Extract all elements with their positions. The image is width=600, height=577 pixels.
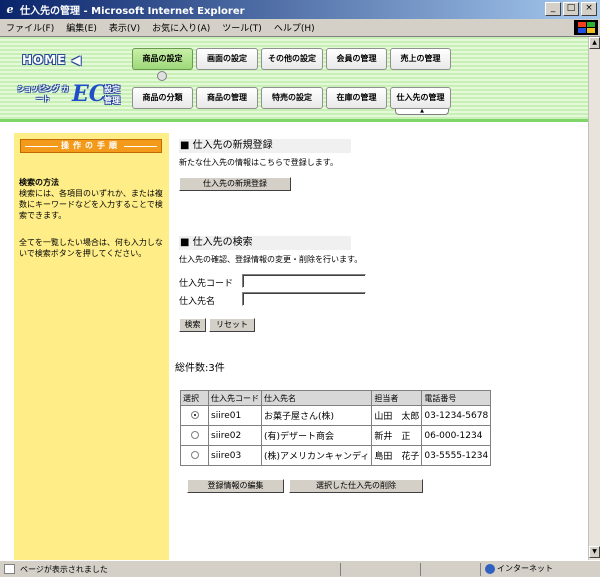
ie-icon: e — [6, 2, 14, 16]
new-supplier-button[interactable]: 仕入先の新規登録 — [179, 177, 291, 191]
maximize-button[interactable]: □ — [563, 2, 579, 16]
page-header: HOME ◀ ショッピング カート EC 設定 管理 商品の設定 画面の設定 そ… — [0, 37, 588, 119]
search-button[interactable]: 検索 — [179, 318, 206, 332]
security-zone-label: インターネット — [497, 564, 553, 573]
supplier-code-input[interactable] — [242, 274, 366, 288]
close-button[interactable]: × — [581, 2, 597, 16]
help-sidebar: 操作の手順 検索の方法 検索には、各項目のいずれか、または複数にキーワードなどを… — [14, 133, 169, 560]
home-link[interactable]: HOME ◀ — [22, 53, 82, 67]
code-cell: siire02 — [208, 425, 262, 446]
code-cell: siire01 — [208, 405, 262, 426]
table-row: siire02 (有)デザート商会 新井 正 06-000-1234 — [180, 425, 492, 446]
logo-setting-text: 設定 管理 — [104, 85, 120, 105]
supplier-code-label: 仕入先コード — [179, 279, 234, 289]
logo-ec-text: EC — [72, 81, 107, 107]
col-name: 仕入先名 — [260, 390, 373, 406]
contact-cell: 島田 花子 — [371, 445, 423, 466]
scroll-up-icon[interactable]: ▲ — [589, 37, 600, 49]
search-method-title: 検索の方法 — [19, 178, 59, 187]
subnav-supplier-management[interactable]: 仕入先の管理 — [390, 87, 451, 109]
phone-cell: 06-000-1234 — [421, 425, 492, 446]
menu-file[interactable]: ファイル(F) — [0, 21, 60, 34]
table-row: siire03 (株)アメリカンキャンディ 島田 花子 03-5555-1234 — [180, 445, 492, 466]
row-radio[interactable] — [190, 411, 199, 419]
name-cell: (株)アメリカンキャンディ — [260, 445, 373, 466]
subnav-stock-management[interactable]: 在庫の管理 — [326, 87, 387, 109]
page-content: HOME ◀ ショッピング カート EC 設定 管理 商品の設定 画面の設定 そ… — [0, 37, 588, 560]
nav-other-settings[interactable]: その他の設定 — [261, 48, 323, 70]
name-cell: お菓子屋さん(株) — [260, 405, 373, 426]
internet-zone-icon — [485, 564, 495, 574]
logo-shop-text: ショッピング カート — [17, 85, 69, 103]
search-description: 仕入先の確認、登録情報の変更・削除を行います。 — [179, 255, 363, 264]
menu-view[interactable]: 表示(V) — [103, 21, 146, 34]
windows-logo-icon — [574, 20, 598, 35]
window-title-bar[interactable]: e 仕入先の管理 - Microsoft Internet Explorer _… — [0, 0, 600, 19]
nav-indicator-icon — [157, 71, 167, 81]
register-description: 新たな仕入先の情報はこちらで登録します。 — [179, 158, 338, 167]
status-bar: ページが表示されました インターネット — [0, 560, 600, 577]
menu-favorites[interactable]: お気に入り(A) — [146, 21, 216, 34]
nav-product-settings[interactable]: 商品の設定 — [132, 48, 193, 70]
select-cell — [180, 405, 209, 426]
window-title: 仕入先の管理 - Microsoft Internet Explorer — [20, 6, 245, 17]
header-divider — [0, 119, 588, 122]
list-all-text: 全てを一覧したい場合は、何も入力しないで検索ボタンを押してください。 — [19, 238, 163, 258]
subnav-active-indicator-icon: ▲ — [395, 109, 449, 115]
select-cell — [180, 445, 209, 466]
supplier-name-label: 仕入先名 — [179, 297, 216, 307]
col-contact: 担当者 — [371, 390, 423, 406]
search-section-title: ■ 仕入先の検索 — [179, 236, 351, 250]
menu-bar: ファイル(F) 編集(E) 表示(V) お気に入り(A) ツール(T) ヘルプ(… — [0, 19, 600, 37]
subnav-sale-settings[interactable]: 特売の設定 — [261, 87, 323, 109]
vertical-scrollbar[interactable]: ▲ ▼ — [588, 37, 600, 560]
page-loaded-icon — [4, 564, 15, 574]
col-phone: 電話番号 — [421, 390, 492, 406]
name-cell: (有)デザート商会 — [260, 425, 373, 446]
subnav-product-category[interactable]: 商品の分類 — [132, 87, 193, 109]
search-method-text: 検索には、各項目のいずれか、または複数にキーワードなどを入力することで検索できま… — [19, 189, 163, 220]
contact-cell: 山田 太郎 — [371, 405, 423, 426]
reset-button[interactable]: リセット — [209, 318, 255, 332]
status-text: ページが表示されました — [20, 565, 108, 574]
code-cell: siire03 — [208, 445, 262, 466]
phone-cell: 03-5555-1234 — [421, 445, 492, 466]
phone-cell: 03-1234-5678 — [421, 405, 492, 426]
result-count: 総件数:3件 — [175, 363, 225, 374]
register-section-title: ■ 仕入先の新規登録 — [179, 139, 351, 153]
minimize-button[interactable]: _ — [545, 2, 561, 16]
menu-edit[interactable]: 編集(E) — [60, 21, 103, 34]
nav-member-management[interactable]: 会員の管理 — [326, 48, 387, 70]
subnav-product-management[interactable]: 商品の管理 — [196, 87, 258, 109]
nav-screen-settings[interactable]: 画面の設定 — [196, 48, 258, 70]
col-select: 選択 — [180, 390, 209, 406]
menu-tools[interactable]: ツール(T) — [216, 21, 268, 34]
delete-selected-supplier-button[interactable]: 選択した仕入先の削除 — [289, 479, 423, 493]
table-row: siire01 お菓子屋さん(株) 山田 太郎 03-1234-5678 — [180, 405, 492, 426]
status-divider — [480, 563, 481, 576]
contact-cell: 新井 正 — [371, 425, 423, 446]
row-radio[interactable] — [190, 451, 199, 459]
status-divider — [420, 563, 421, 576]
row-radio[interactable] — [190, 431, 199, 439]
status-divider — [340, 563, 341, 576]
col-code: 仕入先コード — [208, 390, 262, 406]
select-cell — [180, 425, 209, 446]
nav-sales-management[interactable]: 売上の管理 — [390, 48, 451, 70]
menu-help[interactable]: ヘルプ(H) — [268, 21, 321, 34]
scroll-down-icon[interactable]: ▼ — [589, 546, 600, 558]
edit-registration-button[interactable]: 登録情報の編集 — [187, 479, 284, 493]
supplier-name-input[interactable] — [242, 292, 366, 306]
shopping-cart-ec-logo: ショッピング カート EC 設定 管理 — [14, 81, 126, 109]
supplier-table: 選択 仕入先コード 仕入先名 担当者 電話番号 siire01 お菓子屋さん(株… — [180, 390, 492, 466]
sidebar-heading: 操作の手順 — [20, 139, 162, 153]
table-header-row: 選択 仕入先コード 仕入先名 担当者 電話番号 — [180, 390, 492, 406]
